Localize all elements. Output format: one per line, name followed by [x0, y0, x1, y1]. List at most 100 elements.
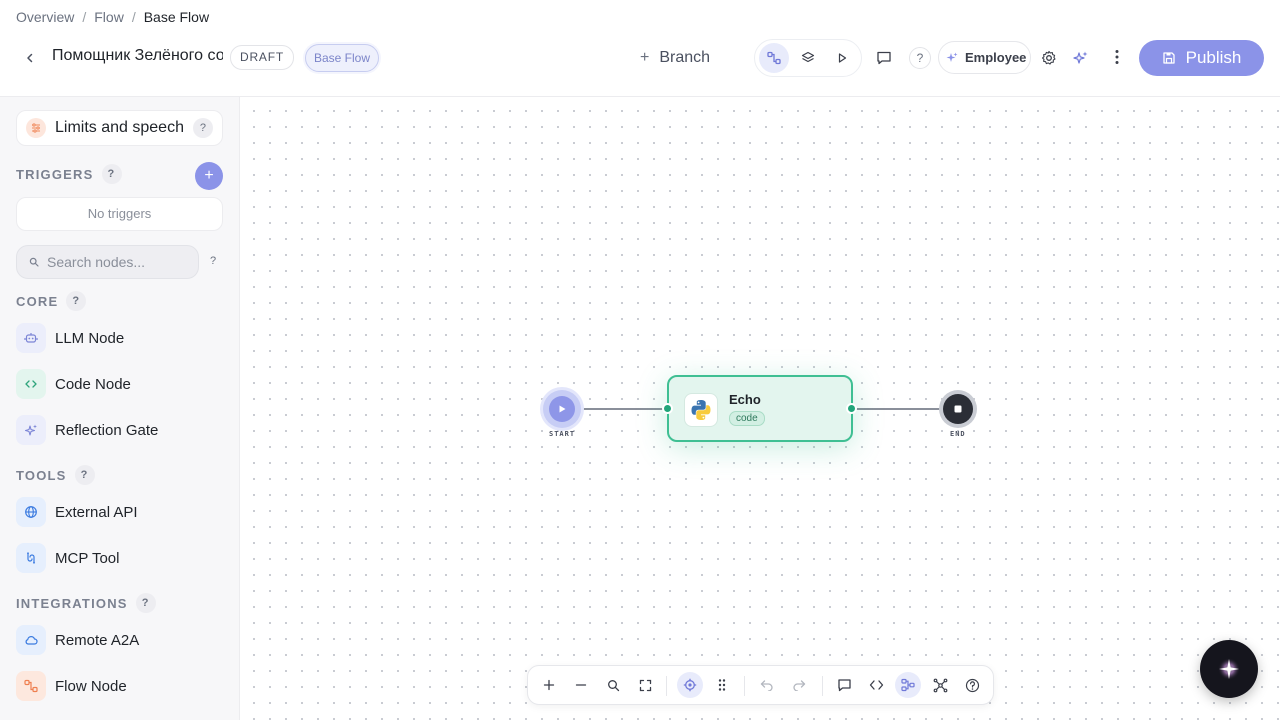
run-button[interactable] [827, 43, 857, 73]
start-node[interactable] [543, 390, 581, 428]
layers-button[interactable] [793, 43, 823, 73]
focus-button[interactable] [677, 672, 703, 698]
back-button[interactable] [18, 46, 42, 70]
help-button[interactable]: ? [909, 47, 931, 69]
zoom-out-button[interactable] [568, 672, 594, 698]
magic-icon [1073, 51, 1088, 64]
save-icon [1162, 52, 1175, 64]
start-node-label: START [549, 430, 576, 438]
stop-icon [943, 394, 973, 424]
add-trigger-button[interactable]: + [195, 162, 223, 190]
tools-title: TOOLS [16, 467, 67, 483]
focus-icon [683, 678, 697, 692]
redo-icon [793, 680, 806, 691]
sparkle-icon [1218, 658, 1240, 680]
publish-button[interactable]: Publish [1139, 40, 1264, 76]
auto-layout-button[interactable] [895, 672, 921, 698]
breadcrumb-overview[interactable]: Overview [16, 9, 74, 25]
search-icon [29, 257, 39, 267]
robot-icon [16, 323, 46, 353]
core-title: CORE [16, 293, 59, 309]
play-icon [549, 396, 575, 422]
breadcrumb: Overview / Flow / Base Flow [16, 9, 209, 25]
palette-item-code-node[interactable]: Code Node [16, 367, 223, 401]
triggers-help-icon[interactable]: ? [101, 164, 122, 184]
sliders-icon [26, 118, 46, 138]
breadcrumb-current: Base Flow [143, 9, 210, 25]
chevron-left-icon [27, 53, 33, 63]
add-comment-button[interactable] [831, 672, 857, 698]
network-icon [933, 678, 947, 692]
undo-button[interactable] [754, 672, 780, 698]
breadcrumb-separator: / [82, 9, 87, 25]
flow-view-button[interactable] [759, 43, 789, 73]
sparkle-icon [946, 52, 958, 62]
fit-view-button[interactable] [632, 672, 658, 698]
zoom-in-button[interactable] [536, 672, 562, 698]
assistant-button[interactable] [1200, 640, 1258, 698]
palette-item-remote-a2a[interactable]: Remote A2A [16, 623, 223, 657]
canvas-toolbar [527, 665, 994, 705]
employee-button[interactable]: Employee [938, 41, 1031, 74]
redo-button[interactable] [786, 672, 812, 698]
echo-input-handle[interactable] [662, 403, 673, 414]
integrations-section-title: INTEGRATIONS ? [16, 593, 156, 613]
comment-icon [837, 678, 851, 691]
python-icon [684, 393, 718, 427]
echo-code-node[interactable]: Echo code [667, 375, 853, 442]
code-icon [16, 369, 46, 399]
limits-help-icon[interactable]: ? [192, 118, 213, 138]
play-icon [838, 53, 847, 63]
help-icon [965, 678, 979, 692]
search-icon [607, 679, 619, 691]
help-button[interactable] [959, 672, 985, 698]
plus-icon: + [640, 49, 650, 66]
more-vertical-icon [1115, 50, 1119, 64]
palette-item-llm-node[interactable]: LLM Node [16, 321, 223, 355]
integrations-title: INTEGRATIONS [16, 595, 128, 611]
breadcrumb-flow[interactable]: Flow [94, 9, 124, 25]
search-nodes-input[interactable] [47, 254, 197, 270]
comments-button[interactable] [872, 46, 896, 70]
flow-selector[interactable]: Base Flow [305, 44, 380, 72]
end-node[interactable] [939, 390, 977, 428]
drag-mode-button[interactable] [709, 672, 735, 698]
palette-item-label: Reflection Gate [55, 421, 159, 439]
palette-item-label: MCP Tool [55, 549, 120, 567]
flow-graph-icon [16, 671, 46, 701]
toolbar-divider [744, 676, 745, 696]
limits-and-speech-card[interactable]: Limits and speech ? [16, 110, 223, 146]
comment-icon [877, 51, 891, 65]
tools-help-icon[interactable]: ? [74, 465, 95, 485]
palette-item-flow-node[interactable]: Flow Node [16, 669, 223, 703]
palette-item-label: Flow Node [55, 677, 127, 695]
layout-icon [901, 678, 915, 692]
employee-label: Employee [965, 50, 1027, 65]
layers-icon [801, 51, 815, 63]
triggers-title: TRIGGERS [16, 166, 94, 182]
edge-start-to-echo[interactable] [580, 408, 669, 410]
fit-view-icon [639, 679, 651, 691]
gear-icon [1041, 50, 1056, 65]
network-view-button[interactable] [927, 672, 953, 698]
ai-assist-button[interactable] [1069, 46, 1093, 70]
more-options-button[interactable] [1105, 45, 1129, 69]
core-section-title: CORE ? [16, 291, 87, 311]
flow-graph-icon [767, 51, 781, 65]
integrations-help-icon[interactable]: ? [135, 593, 156, 613]
search-help-icon[interactable]: ? [203, 251, 223, 271]
echo-output-handle[interactable] [846, 403, 857, 414]
publish-label: Publish [1185, 48, 1242, 67]
core-help-icon[interactable]: ? [66, 291, 87, 311]
edge-echo-to-end[interactable] [852, 408, 940, 410]
branch-button[interactable]: + Branch [640, 44, 710, 72]
palette-item-mcp-tool[interactable]: MCP Tool [16, 541, 223, 575]
agent-name[interactable]: Помощник Зелёного со [52, 47, 223, 65]
palette-item-label: Remote A2A [55, 631, 140, 649]
palette-item-external-api[interactable]: External API [16, 495, 223, 529]
code-view-button[interactable] [863, 672, 889, 698]
search-canvas-button[interactable] [600, 672, 626, 698]
settings-button[interactable] [1037, 46, 1061, 70]
palette-item-reflection-gate[interactable]: Reflection Gate [16, 413, 223, 447]
view-mode-group [754, 39, 862, 77]
